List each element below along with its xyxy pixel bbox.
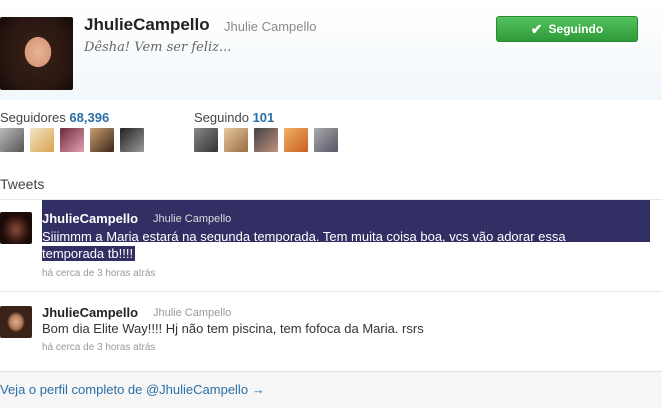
followers-stat[interactable]: Seguidores 68,396 [0, 110, 109, 125]
tweet-text-line: Bom dia Elite Way!!!! Hj não tem piscina… [42, 321, 424, 336]
profile-handle: Jhulie Campello [224, 19, 317, 34]
footer-bar: Veja o perfil completo de @JhulieCampell… [0, 371, 662, 408]
follower-avatar[interactable] [30, 128, 54, 152]
tweet-author-handle: Jhulie Campello [153, 213, 232, 225]
tweet-text-line: Siiimmm a Maria estará na segunda tempor… [42, 229, 566, 244]
tweet-timestamp[interactable]: há cerca de 3 horas atrás [42, 342, 155, 353]
following-avatar[interactable] [224, 128, 248, 152]
follower-avatar[interactable] [90, 128, 114, 152]
profile-name[interactable]: JhulieCampello [84, 15, 210, 35]
check-icon: ✔ [530, 20, 543, 37]
followers-count[interactable]: 68,396 [69, 110, 109, 125]
following-avatar[interactable] [314, 128, 338, 152]
tweet-author-name[interactable]: JhulieCampello [42, 211, 138, 226]
follower-avatar[interactable] [60, 128, 84, 152]
following-label: Seguindo [194, 110, 249, 125]
tweet-text-line: temporada tb!!!! [42, 246, 136, 261]
following-avatars [194, 128, 338, 152]
full-profile-link[interactable]: Veja o perfil completo de @JhulieCampell… [0, 382, 265, 397]
followers-label: Seguidores [0, 110, 66, 125]
tweet-author-name[interactable]: JhulieCampello [42, 305, 138, 320]
following-count[interactable]: 101 [253, 110, 275, 125]
tweet-avatar[interactable] [0, 212, 32, 244]
tweet-avatar[interactable] [0, 306, 32, 338]
follower-avatar[interactable] [120, 128, 144, 152]
profile-bio: Dêsha! Vem ser feliz... [84, 40, 232, 55]
following-avatar[interactable] [284, 128, 308, 152]
tweets-heading: Tweets [0, 176, 45, 192]
following-button-label: Seguindo [548, 22, 604, 36]
following-stat[interactable]: Seguindo 101 [194, 110, 274, 125]
profile-avatar[interactable] [0, 17, 73, 90]
tweet-timestamp[interactable]: há cerca de 3 horas atrás [42, 268, 155, 279]
divider [0, 291, 662, 292]
tweet-author-handle: Jhulie Campello [153, 307, 232, 319]
following-avatar[interactable] [254, 128, 278, 152]
following-button[interactable]: ✔ Seguindo [496, 16, 638, 42]
following-avatar[interactable] [194, 128, 218, 152]
follower-avatar[interactable] [0, 128, 24, 152]
followers-avatars [0, 128, 144, 152]
